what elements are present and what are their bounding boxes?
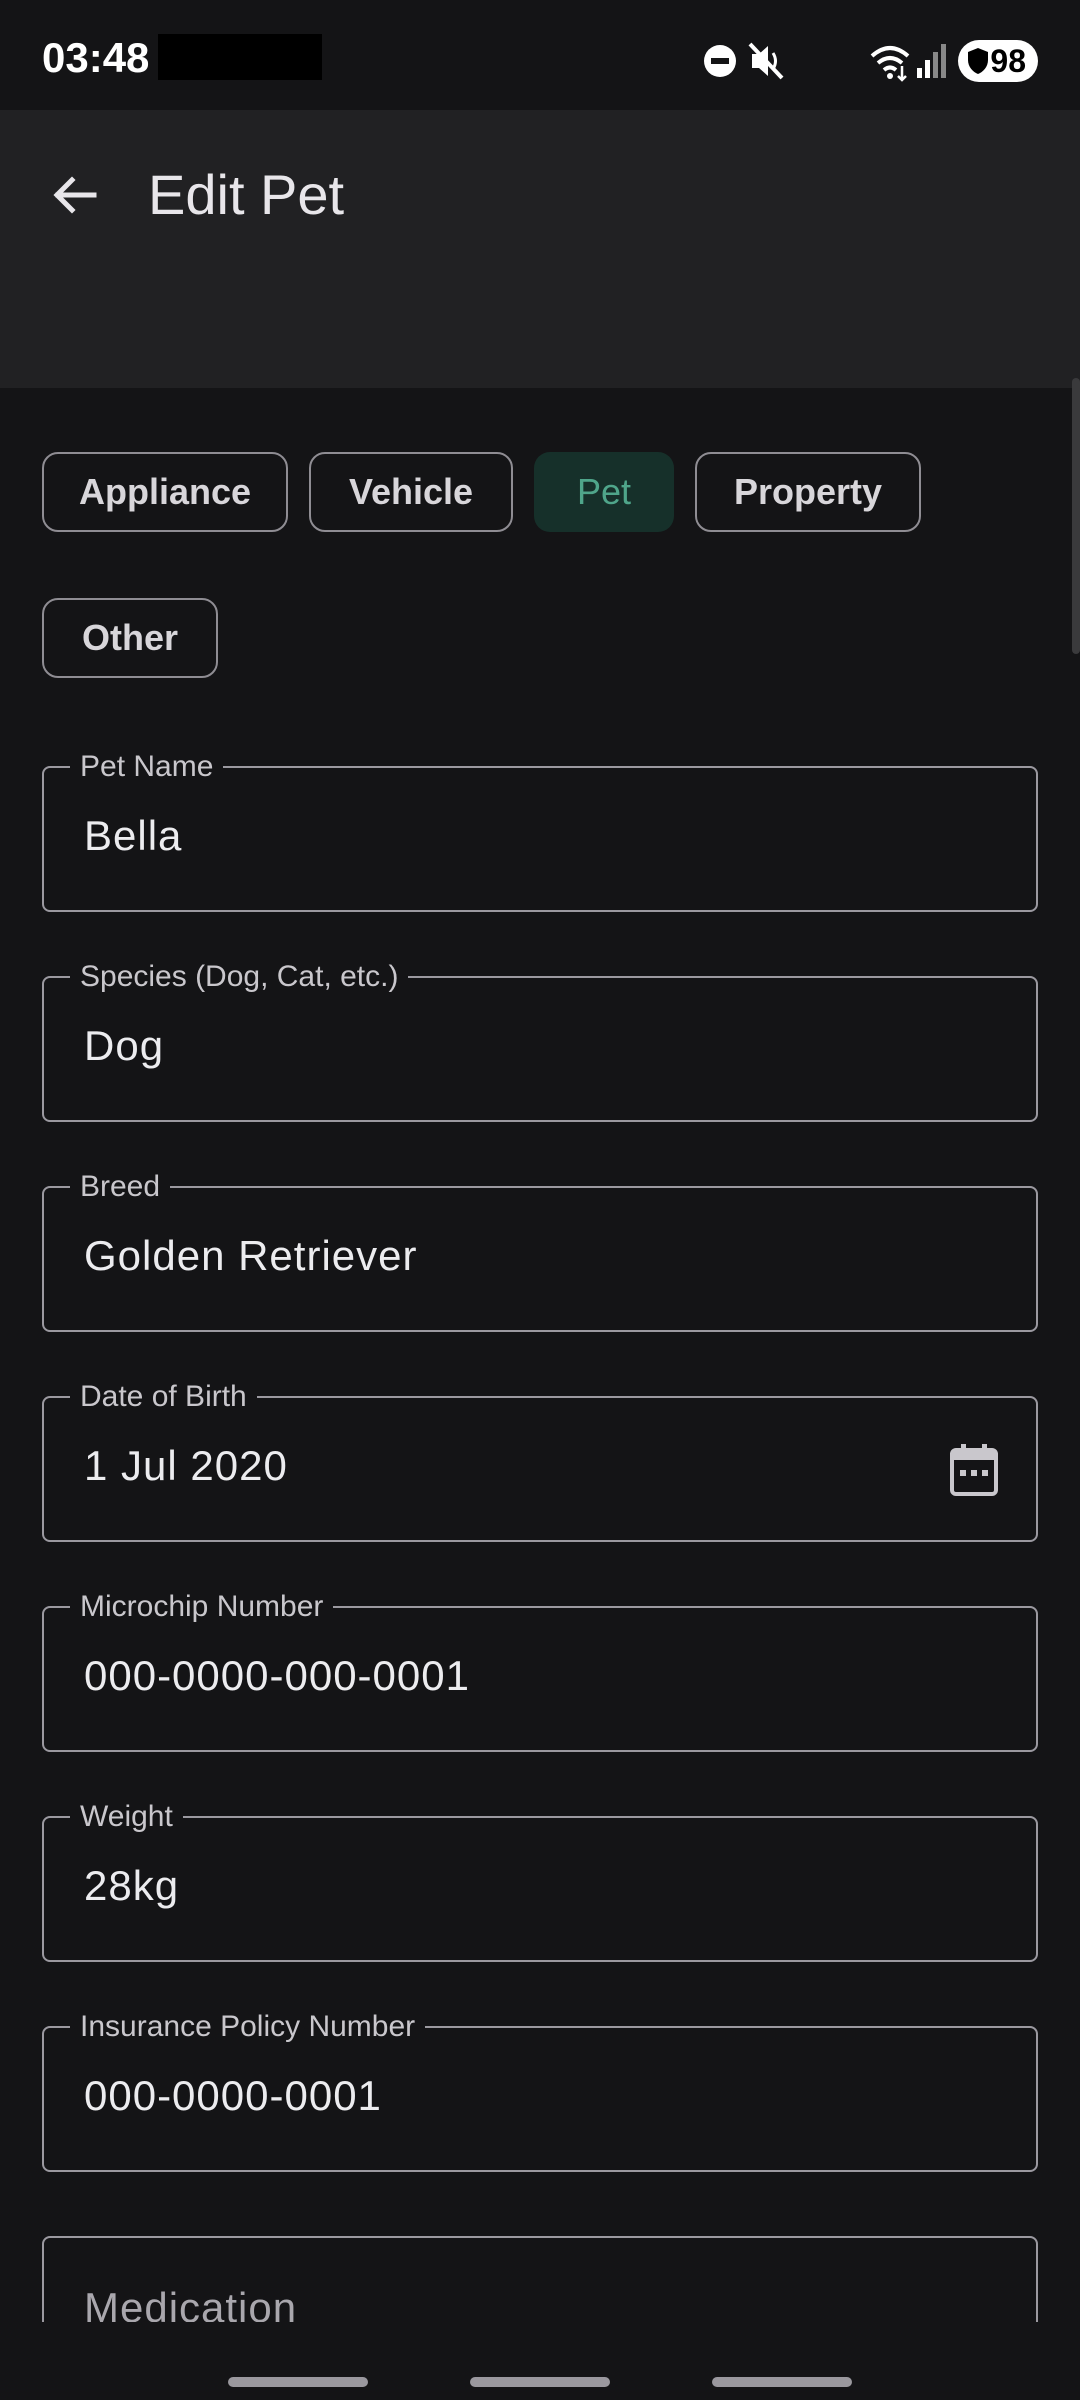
field-label: Pet Name: [70, 750, 224, 784]
chip-pet[interactable]: Pet: [534, 452, 674, 532]
chip-label: Appliance: [78, 471, 252, 512]
system-nav-bar: [0, 2322, 1080, 2400]
field-value: 28kg: [84, 1862, 180, 1909]
chip-appliance[interactable]: Appliance: [42, 452, 288, 532]
date-of-birth-field[interactable]: Date of Birth 1 Jul 2020: [42, 1380, 1038, 1542]
battery-indicator: 98: [958, 40, 1038, 82]
app-bar: [0, 110, 1080, 388]
back-button[interactable]: [40, 160, 110, 230]
scrollbar[interactable]: [1072, 378, 1080, 654]
chip-label: Other: [81, 617, 178, 658]
field-label: Date of Birth: [70, 1380, 257, 1414]
weight-field[interactable]: Weight 28kg: [42, 1800, 1038, 1962]
breed-field[interactable]: Breed Golden Retriever: [42, 1170, 1038, 1332]
microchip-number-field[interactable]: Microchip Number 000-0000-000-0001: [42, 1590, 1038, 1752]
field-label: Species (Dog, Cat, etc.): [70, 960, 409, 994]
field-value: 000-0000-000-0001: [84, 1652, 470, 1699]
status-bar: 03:48 98: [0, 0, 1080, 110]
field-value: 1 Jul 2020: [84, 1442, 288, 1489]
shield-icon: [968, 48, 988, 74]
field-label: Breed: [70, 1170, 171, 1204]
chip-label: Pet: [576, 471, 632, 512]
battery-level: 98: [990, 43, 1026, 79]
field-label: Weight: [70, 1800, 183, 1834]
species-field[interactable]: Species (Dog, Cat, etc.) Dog: [42, 960, 1038, 1122]
field-value: Dog: [84, 1022, 165, 1069]
signal-icon: [917, 44, 946, 78]
calendar-icon[interactable]: [948, 1442, 1000, 1498]
nav-recents-handle[interactable]: [228, 2377, 368, 2387]
nav-home-handle[interactable]: [470, 2377, 610, 2387]
dnd-icon: [704, 45, 736, 77]
pet-name-field[interactable]: Pet Name Bella: [42, 750, 1038, 912]
redacted-area: [158, 34, 322, 80]
field-label: Microchip Number: [70, 1590, 334, 1624]
chip-label: Property: [733, 471, 883, 512]
page-title: Edit Pet: [148, 163, 345, 226]
nav-back-handle[interactable]: [712, 2377, 852, 2387]
field-value: Bella: [84, 812, 183, 859]
insurance-policy-field[interactable]: Insurance Policy Number 000-0000-0001: [42, 2010, 1038, 2172]
wifi-icon: [870, 46, 910, 82]
chip-property[interactable]: Property: [695, 452, 921, 532]
mute-icon: [748, 42, 784, 80]
field-value: 000-0000-0001: [84, 2072, 382, 2119]
chip-label: Vehicle: [348, 471, 474, 512]
status-time: 03:48: [42, 34, 150, 81]
field-value: Golden Retriever: [84, 1232, 418, 1279]
chip-vehicle[interactable]: Vehicle: [309, 452, 513, 532]
arrow-back-icon: [53, 176, 97, 214]
chip-other[interactable]: Other: [42, 598, 218, 678]
field-label: Insurance Policy Number: [70, 2010, 426, 2044]
